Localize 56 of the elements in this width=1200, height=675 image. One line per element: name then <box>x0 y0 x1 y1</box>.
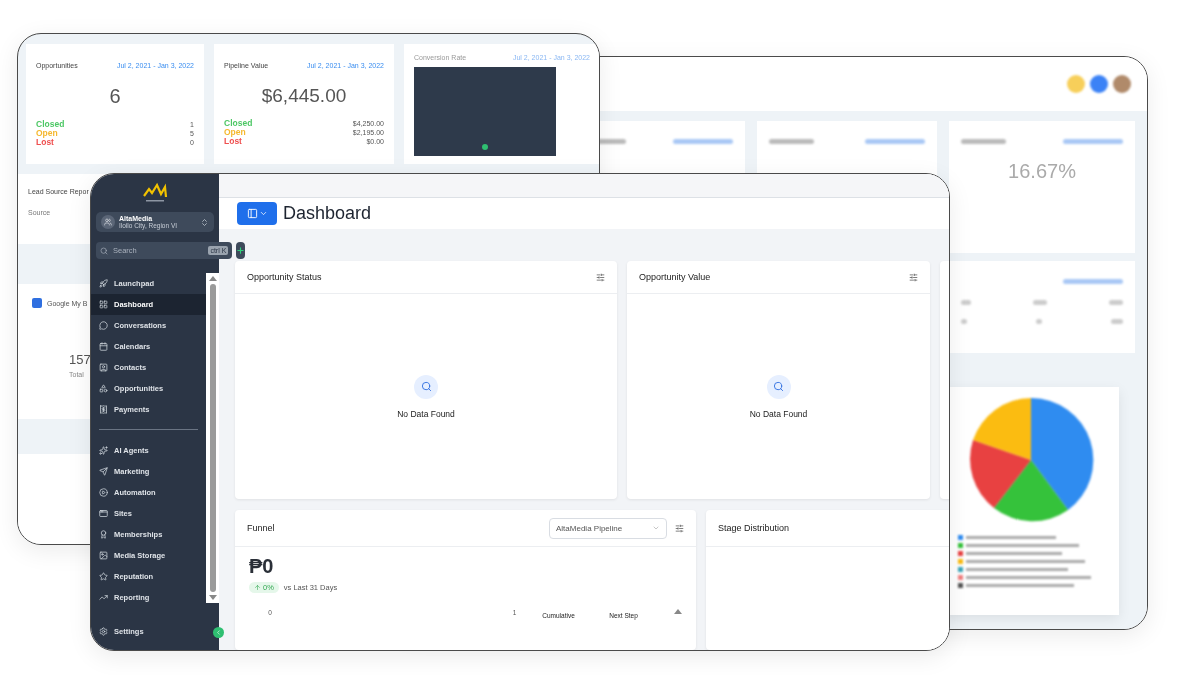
plus-icon <box>236 246 246 256</box>
play-circle-icon <box>99 488 108 498</box>
star-icon <box>99 572 108 582</box>
settings-icon <box>99 626 108 636</box>
chevrons-icon <box>200 217 209 227</box>
grid-icon <box>99 300 108 310</box>
stat-value: 157 <box>69 352 91 367</box>
filter-icon[interactable] <box>596 272 605 282</box>
avatar-icon[interactable] <box>1113 75 1131 93</box>
logo-icon <box>142 182 168 204</box>
widget-title: Funnel <box>247 523 275 533</box>
users-icon <box>104 218 112 227</box>
widget-title: Stage Distribution <box>718 523 790 533</box>
chat-bubble-icon <box>99 321 108 331</box>
stat-value: 16.67% <box>1007 160 1077 183</box>
add-button[interactable] <box>236 242 246 260</box>
scroll-up-icon[interactable] <box>674 609 682 614</box>
pipeline-select[interactable]: AltaMedia Pipeline <box>549 517 667 539</box>
search-icon <box>100 246 108 255</box>
status-label: Closed <box>36 120 65 129</box>
paper-plane-icon <box>99 467 108 477</box>
sparkle-icon <box>99 446 108 456</box>
status-label: Lost <box>224 137 242 146</box>
calendar-icon <box>99 342 108 352</box>
filter-icon[interactable] <box>675 523 684 533</box>
page-title: Dashboard <box>283 202 372 224</box>
contact-card-icon <box>99 363 108 373</box>
widget-title: Opportunity Status <box>247 272 322 282</box>
widget-title: Opportunity Value <box>639 272 711 282</box>
status-label: Closed <box>224 119 253 128</box>
search-icon <box>766 374 791 399</box>
receipt-icon <box>99 405 108 415</box>
collapse-button[interactable] <box>213 627 224 638</box>
scrollbar[interactable] <box>206 273 219 604</box>
chevron-down-icon <box>652 524 660 532</box>
chevron-left-icon <box>215 629 222 636</box>
status-label: Open <box>224 128 246 137</box>
status-label: Lost <box>36 138 54 147</box>
shapes-icon <box>99 384 108 394</box>
status-label: Open <box>36 129 58 138</box>
layout-icon <box>246 207 258 219</box>
search-icon <box>414 374 438 399</box>
blurred-text-drawing <box>1063 279 1123 284</box>
browser-window-icon <box>99 509 108 519</box>
award-icon <box>99 530 108 540</box>
status-dot-icon <box>482 144 488 150</box>
filter-icon[interactable] <box>909 272 918 282</box>
image-icon <box>99 551 108 561</box>
stat-value: $6,445.00 <box>260 85 348 107</box>
empty-message: No Data Found <box>397 408 455 419</box>
storefront-icon <box>32 298 42 308</box>
trend-line-icon <box>99 593 108 603</box>
empty-message: No Data Found <box>749 408 808 419</box>
layout-button[interactable] <box>237 201 277 225</box>
stat-value: 6 <box>108 85 122 108</box>
funnel-amount: ₱0 <box>249 555 275 578</box>
